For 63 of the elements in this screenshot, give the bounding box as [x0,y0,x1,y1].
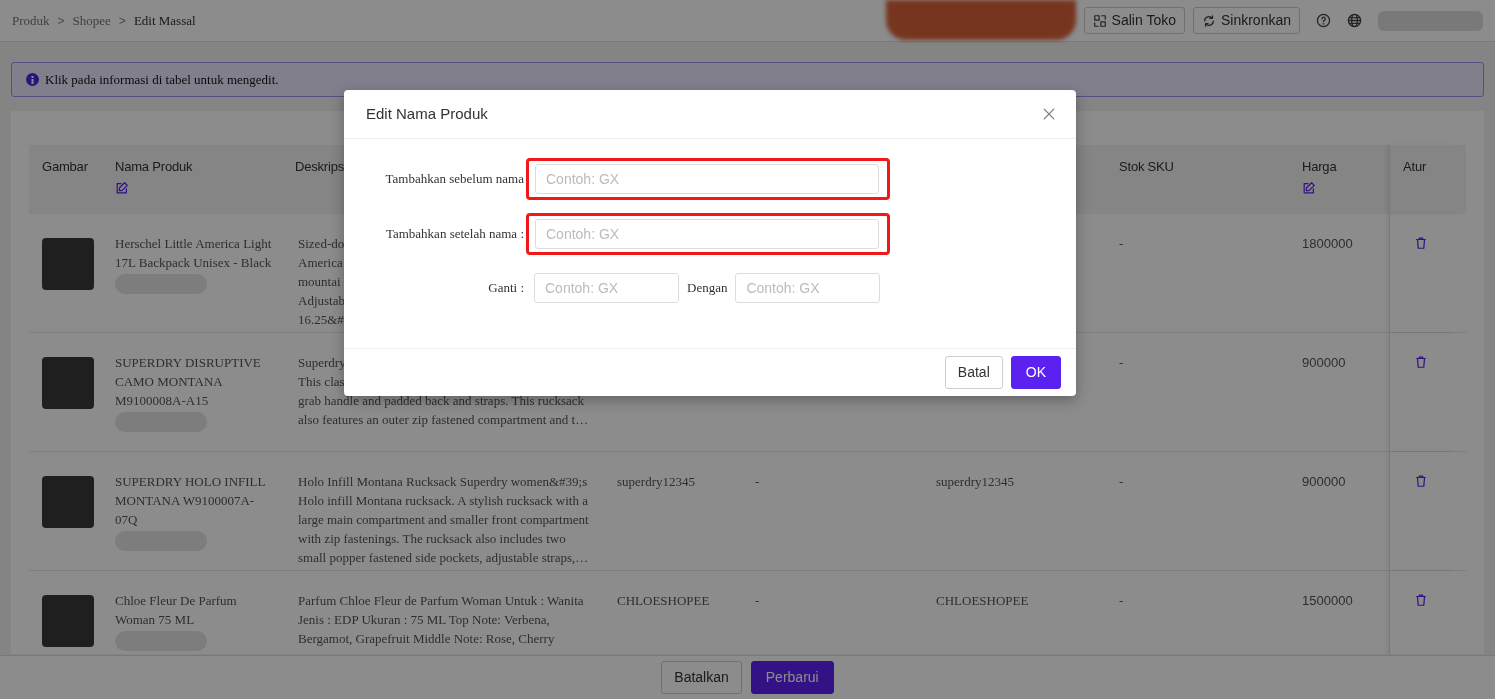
globe-icon[interactable] [1347,13,1362,28]
product-photo-placeholder [42,595,94,647]
copy-store-button[interactable]: Salin Toko [1083,7,1185,34]
alert-text: Klik pada informasi di tabel untuk mengedit. [45,70,279,89]
cancel-button[interactable]: Batal [944,356,1003,389]
product-description[interactable]: Parfum Chloe Fleur de Parfum Woman Untuk : Wanita Jenis : EDP Ukuran : 75 ML Top Note: Verbena, Bergamot, Grapefruit Middle Note: Rose, Cherry [298,591,591,648]
column-header: Stok SKU [1119,158,1175,176]
trash-icon[interactable] [1414,474,1428,488]
breadcrumb-separator: > [118,12,126,30]
field-label: Dengan [686,279,729,298]
product-name[interactable]: SUPERDRY DISRUPTIVE CAMO MONTANA M9100008A-A15 [115,353,272,410]
input-field[interactable]: Contoh: GX [735,273,881,303]
edit-icon[interactable] [1302,180,1316,195]
stock-value[interactable]: - [1119,355,1124,370]
breadcrumb-link[interactable]: Shopee [72,10,111,31]
trash-icon[interactable] [1414,236,1428,250]
column-header: Harga [1302,158,1338,176]
table-cell[interactable]: superdry12345 [617,474,695,489]
update-button[interactable]: Perbarui [750,661,834,694]
price-value[interactable]: 900000 [1302,355,1346,370]
input-field[interactable]: Contoh: GX [535,219,879,249]
table-cell[interactable]: - [755,593,760,608]
info-icon [26,73,39,86]
product-name[interactable]: Herschel Little America Light 17L Backpack Unisex - Black [115,234,272,272]
trash-icon[interactable] [1414,355,1428,369]
sync-button[interactable]: Sinkronkan [1192,7,1300,34]
price-value[interactable]: 900000 [1302,474,1346,489]
stock-value[interactable]: - [1119,236,1124,251]
table-cell[interactable]: CHLOESHOPEE [936,593,1029,608]
field-label: Tambahkan setelah nama : [384,225,525,244]
product-photo-placeholder [42,476,94,528]
copy-icon [1092,13,1107,28]
cancel-button[interactable]: Batalkan [661,661,742,694]
input-field[interactable]: Contoh: GX [535,164,879,194]
refresh-icon [1201,13,1216,28]
table-cell[interactable]: - [755,474,760,489]
dialog-title: Edit Nama Produk [366,103,488,124]
stock-value[interactable]: - [1119,474,1124,489]
product-photo-placeholder [42,238,94,290]
product-description[interactable]: Holo Infill Montana Rucksack Superdry women&#39;s Holo infill Montana rucksack. A stylish rucksack with a large main compartment and smaller front compartment with zip fastenings. The rucksack also includes two small popper fastened side pockets, adjustable straps,… [298,472,591,567]
product-name[interactable]: SUPERDRY HOLO INFILL MONTANA W9100007A-07Q [115,472,272,529]
ok-button[interactable]: OK [1010,356,1061,389]
input-field[interactable]: Contoh: GX [534,273,679,303]
table-cell[interactable]: CHLOESHOPEE [617,593,710,608]
column-header: Atur [1403,158,1428,176]
field-label: Tambahkan sebelum nama [384,170,525,189]
edit-icon[interactable] [115,180,129,195]
product-photo-placeholder [42,357,94,409]
price-value[interactable]: 1800000 [1302,236,1353,251]
table-cell[interactable]: superdry12345 [936,474,1014,489]
breadcrumb-separator: > [57,12,65,30]
product-name[interactable]: Chloe Fleur De Parfum Woman 75 ML [115,591,272,629]
help-icon[interactable] [1316,13,1331,28]
column-header: Deskrips [295,158,345,176]
breadcrumb-link[interactable]: Produk [12,10,50,31]
column-header: Nama Produk [115,158,194,176]
trash-icon[interactable] [1414,593,1428,607]
field-label: Ganti : [487,279,525,298]
price-value[interactable]: 1500000 [1302,593,1353,608]
stock-value[interactable]: - [1119,593,1124,608]
column-header: Gambar [42,158,89,176]
product-description[interactable]: also features an outer zip fastened compartment and t… [298,410,591,429]
close-icon[interactable] [1042,107,1056,121]
